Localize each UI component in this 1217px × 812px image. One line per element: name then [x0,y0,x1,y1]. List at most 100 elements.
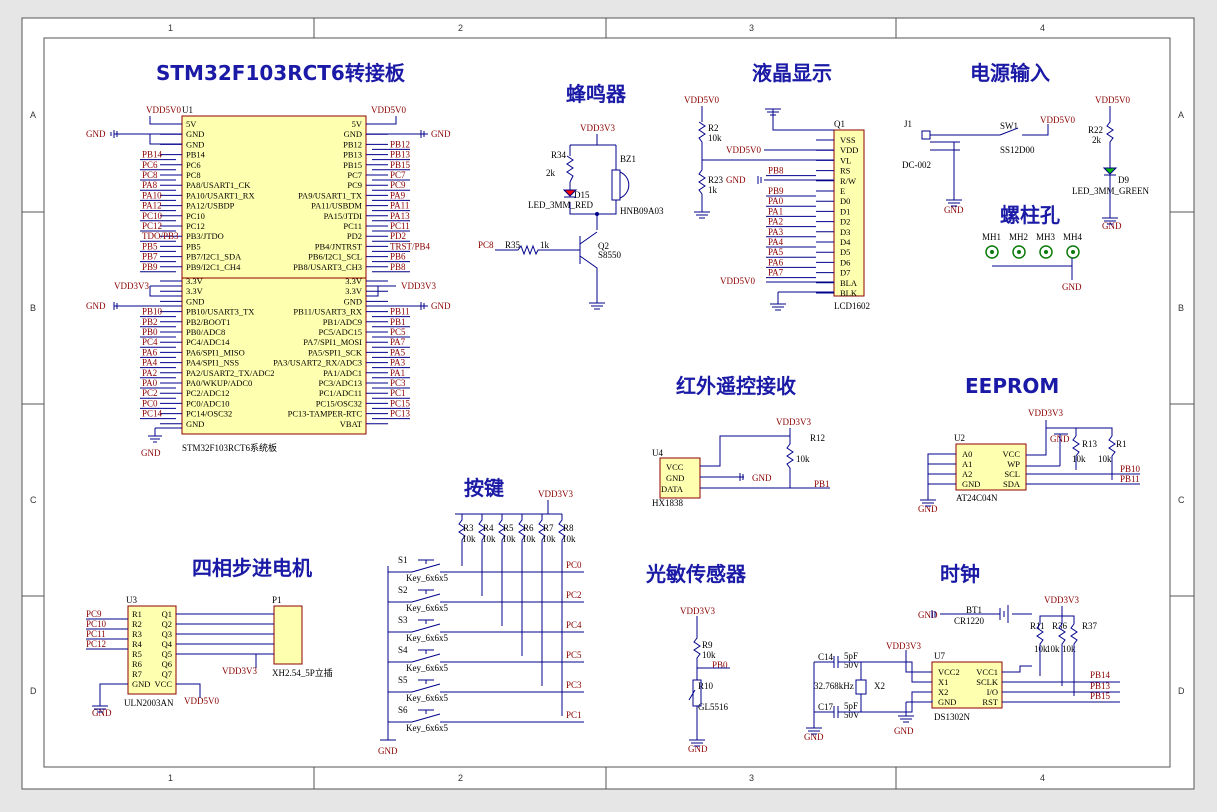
key-switch-ref: S1 [398,555,408,565]
screw-hole-label: MH1 [982,232,1001,242]
clock-right-pin: SCLK [976,677,999,687]
ldr-r10-val: GL5516 [698,702,728,712]
screw-hole-center [1044,250,1048,254]
u1-right-net-label: PB11 [390,307,410,317]
net-vdd3v3-ldr: VDD3V3 [680,606,715,616]
lcd-net-label: PB9 [768,186,784,196]
stepper-left-pin: GND [132,679,150,689]
lcd-pin-label: VL [840,155,851,165]
u1-left-net-label: PB7 [142,252,158,262]
key-switch-val: Key_6x6x5 [406,633,448,643]
col-label-top: 1 [168,23,173,33]
u1-left-pin-label: PC6 [186,160,201,170]
u1-left-net-label: PA0 [142,378,158,388]
u1-right-net-label: PA1 [390,368,405,378]
clock-right-pin: VCC1 [976,667,998,677]
lcd-r2: R2 [708,123,719,133]
net-vdd3v3-ir: VDD3V3 [776,417,811,427]
u1-left-pin-label: 3.3V [186,286,204,296]
title-screw: 螺柱孔 [1000,203,1060,227]
u1-right-net-label: PB15 [390,160,411,170]
key-switch-ref: S4 [398,645,408,655]
row-label-right: B [1178,303,1184,313]
u1-left-pin-label: PA12/USBDP [186,201,235,211]
u1-right-pin-label: PD2 [347,231,362,241]
row-label-right: A [1178,110,1184,120]
eeprom-r-val2: 10k [1098,454,1112,464]
eeprom-right-pin: SDA [1003,479,1021,489]
clock-left-pin: VCC2 [938,667,960,677]
stepper-left-pin: R1 [132,609,142,619]
key-switch-val: Key_6x6x5 [406,723,448,733]
u1-left-pin-label: PA0/WKUP/ADC0 [186,378,252,388]
lcd-pin-label: D3 [840,227,850,237]
u1-right-pin-label: PA15/JTDI [324,211,363,221]
power-r22-val: 2k [1092,135,1102,145]
u1-left-net-label: PB14 [142,150,163,160]
u1-left-pin-label: PC14/OSC32 [186,409,232,419]
ldr-r9-val: 10k [702,650,716,660]
col-label-top: 2 [458,23,463,33]
u1-left-pin-label: PC4/ADC14 [186,337,230,347]
net-gnd-power-led: GND [1102,221,1122,231]
lcd-net-label: PA3 [768,227,784,237]
lcd-r2-val: 10k [708,133,722,143]
buzzer-r35-val: 1k [540,240,550,250]
buzzer-q2-val: S8550 [598,250,622,260]
net-vdd5v0-power: VDD5V0 [1040,115,1075,125]
eeprom-name: AT24C04N [956,493,998,503]
key-net-label: PC4 [566,620,582,630]
stepper-p1: P1 [272,595,282,605]
eeprom-left-pin: A2 [962,469,972,479]
title-eeprom: EEPROM [965,374,1059,398]
lcd-net-label: PA5 [768,247,784,257]
clock-bt1-val: CR1220 [954,616,985,626]
u1-right-pin-label: PB13 [343,150,362,160]
clock-r37: R37 [1082,621,1098,631]
net-vdd5v0-lcd-bla: VDD5V0 [720,276,755,286]
key-resistor-val: 10k [502,534,516,544]
col-label-top: 4 [1040,23,1045,33]
clock-right-pin: RST [982,697,998,707]
u1-right-net-label: PC7 [390,170,406,180]
lcd-net-label: PA1 [768,206,783,216]
net-vdd5v0-lcd: VDD5V0 [684,95,719,105]
lcd-r23: R23 [708,175,724,185]
u1-ref: U1 [182,105,193,115]
u1-right-pin-label: GND [344,296,362,306]
col-label-bottom: 2 [458,773,463,783]
power-j1: J1 [904,119,912,129]
schematic-sheet: 1 2 3 4 1 2 3 4 A B C D A B C D STM32F10… [0,0,1217,807]
lcd-net-label: PB8 [768,166,784,176]
u1-left-pin-label: GND [186,139,204,149]
u1-right-net-label: PA5 [390,347,406,357]
stepper-name: ULN2003AN [124,698,174,708]
net-gnd-u1-left: GND [86,129,106,139]
clock-left-pin: X1 [938,677,948,687]
col-label-top: 3 [749,23,754,33]
u1-right-pin-label: PA7/SPI1_MOSI [303,337,362,347]
ir-r12-val: 10k [796,454,810,464]
lcd-pin-label: D7 [840,268,850,278]
u1-right-net-label: PA11 [390,201,409,211]
title-ir: 红外遥控接收 [676,374,796,398]
net-gnd-u1-bottom: GND [141,448,161,458]
lcd-net-label: PA2 [768,217,783,227]
u1-right-net-label: PC13 [390,409,411,419]
lcd-pin-label: D5 [840,247,850,257]
u1-left-net-label: PC12 [142,221,162,231]
u1-right-net-label: PC15 [390,398,411,408]
u1-left-pin-label: PC12 [186,221,205,231]
u1-left-net-label: PC0 [142,398,158,408]
u1-left-net-label: PC10 [142,211,163,221]
stepper-left-pin: R7 [132,669,142,679]
u1-right-pin-label: PC3/ADC13 [319,378,362,388]
net-gnd-keys: GND [378,746,398,756]
u1-right-pin-label: PC15/OSC32 [316,398,362,408]
lcd-pin-label: D1 [840,206,850,216]
u1-left-net-label: TDO/PB3 [142,231,179,241]
stepper-left-pin: R6 [132,659,142,669]
key-resistor-ref: R7 [543,523,554,533]
stepper-net-label: PC9 [86,609,102,619]
u1-left-net-label: PB2 [142,317,158,327]
